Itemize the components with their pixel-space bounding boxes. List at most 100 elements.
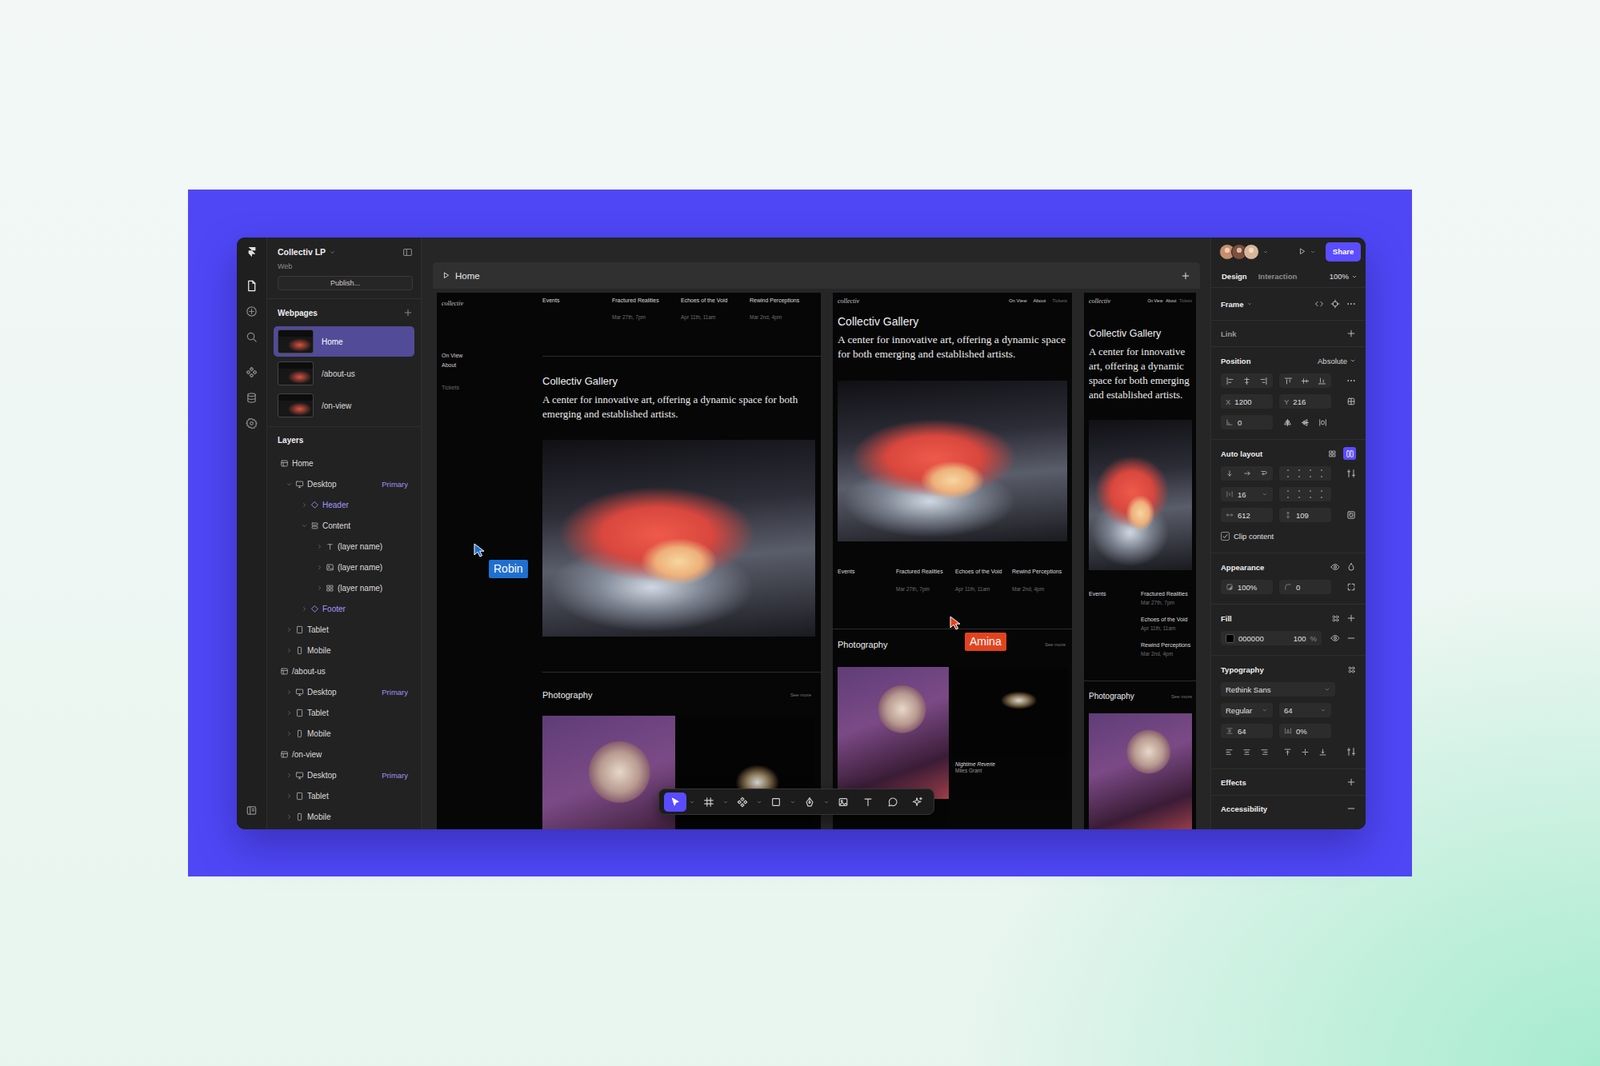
frame-type-dropdown[interactable]: Frame [1220, 300, 1244, 309]
site-nav-link[interactable]: Tickets [1179, 298, 1192, 304]
wrap-icon[interactable] [1260, 469, 1268, 478]
eye-icon[interactable] [1330, 562, 1340, 572]
height-input[interactable]: 109 [1279, 508, 1332, 523]
fill-input[interactable]: 000000100% [1220, 631, 1322, 646]
layer-row[interactable]: Mobile [267, 723, 421, 744]
webpage-row[interactable]: /about-us [273, 358, 415, 389]
tool-button[interactable] [731, 792, 754, 812]
horizontal-align-group[interactable] [1220, 373, 1273, 388]
text-center-icon[interactable] [1242, 748, 1252, 757]
rail-button[interactable] [240, 272, 264, 299]
event-item[interactable]: Fractured RealitiesMar 27th, 7pm [896, 568, 956, 592]
inspector-tab[interactable]: Design [1221, 272, 1248, 281]
layer-row[interactable]: Mobile [267, 806, 421, 828]
layer-row[interactable]: Header [267, 494, 421, 516]
valign-bottom-icon[interactable] [1318, 748, 1328, 757]
canvas[interactable]: HomecollectivOn ViewAboutTicketsEventsFr… [421, 237, 1211, 830]
layer-row[interactable]: DesktopPrimary [267, 473, 421, 495]
rail-button[interactable] [240, 797, 264, 824]
plus-icon[interactable] [1346, 328, 1356, 339]
layer-row[interactable]: DesktopPrimary [267, 764, 421, 786]
chevron-right-icon[interactable] [285, 730, 293, 738]
event-item[interactable]: Fractured RealitiesMar 27th, 7pm [612, 297, 681, 320]
flip-v-icon[interactable] [1300, 418, 1310, 428]
chevron-down-icon[interactable] [300, 522, 308, 530]
layer-row[interactable]: Tablet [267, 702, 421, 724]
position-mode-dropdown[interactable]: Absolute [1317, 356, 1356, 366]
event-item[interactable]: Rewind PerceptionsMar 2nd, 4pm [1012, 568, 1068, 592]
constraint-icon[interactable] [1346, 396, 1356, 407]
rail-button[interactable] [240, 298, 264, 324]
chevron-down-icon[interactable] [328, 248, 336, 256]
gap-input[interactable]: 16 [1220, 487, 1273, 502]
chevron-right-icon[interactable] [285, 688, 293, 696]
arrow-down-icon[interactable] [1225, 469, 1234, 478]
width-input[interactable]: 612 [1220, 508, 1273, 523]
inspector-tab[interactable]: Interaction [1258, 272, 1298, 281]
chevron-right-icon[interactable] [285, 792, 293, 800]
site-nav-link[interactable]: On View [1008, 298, 1028, 304]
rotation-input[interactable]: 0 [1220, 415, 1273, 430]
minus-icon[interactable] [1346, 804, 1356, 814]
styles-icon[interactable] [1331, 614, 1340, 624]
font-size-dropdown[interactable]: 64 [1279, 703, 1332, 718]
code-icon[interactable] [1314, 299, 1324, 309]
site-nav-link[interactable]: About [1165, 298, 1176, 304]
tool-button[interactable] [664, 792, 687, 812]
chevron-right-icon[interactable] [285, 709, 293, 717]
chevron-down-icon[interactable] [756, 799, 763, 806]
chevron-down-icon[interactable] [789, 799, 796, 806]
chevron-right-icon[interactable] [285, 772, 293, 780]
site-nav-link[interactable]: On View [441, 352, 531, 359]
layer-row[interactable]: Home [267, 452, 421, 474]
webpage-row[interactable]: Home [273, 326, 415, 357]
sliders-icon[interactable] [1346, 747, 1356, 757]
chevron-down-icon[interactable] [1351, 273, 1358, 280]
letter-spacing-input[interactable]: 0% [1279, 724, 1332, 739]
site-nav-link[interactable]: Tickets [441, 384, 531, 391]
direction-group[interactable] [1220, 466, 1273, 481]
plus-icon[interactable] [1346, 613, 1356, 624]
zoom-dropdown[interactable]: 100% [1329, 272, 1358, 281]
layer-row[interactable]: Footer [267, 598, 421, 620]
frame-group-header[interactable]: Home [432, 262, 1200, 289]
align-vcenter-icon[interactable] [1300, 376, 1310, 386]
rail-button[interactable] [240, 324, 264, 350]
plus-icon[interactable] [1346, 777, 1356, 788]
chevron-down-icon[interactable] [285, 480, 293, 488]
auto-layout-toggle[interactable] [1343, 447, 1356, 460]
play-icon[interactable] [1297, 247, 1307, 256]
rail-button[interactable] [240, 384, 264, 411]
align-hcenter-icon[interactable] [1242, 376, 1252, 386]
font-weight-dropdown[interactable]: Regular [1220, 703, 1273, 718]
plus-icon[interactable] [1180, 271, 1191, 281]
opacity-input[interactable]: 100% [1220, 580, 1273, 595]
radius-input[interactable]: 0 [1279, 580, 1332, 595]
see-more-link[interactable]: See more [1044, 642, 1066, 648]
layer-row[interactable]: Mobile [267, 640, 421, 661]
more-icon[interactable] [1346, 376, 1356, 386]
font-family-dropdown[interactable]: Rethink Sans [1220, 682, 1336, 697]
mobile-frame[interactable]: collectivOn ViewAboutTicketsCollectiv Ga… [1084, 292, 1196, 830]
chevron-down-icon[interactable] [1246, 300, 1253, 308]
chevron-right-icon[interactable] [285, 647, 293, 655]
drop-icon[interactable] [1346, 562, 1356, 572]
framer-logo-icon[interactable] [246, 246, 258, 258]
minus-icon[interactable] [1346, 633, 1356, 644]
event-item[interactable]: Rewind PerceptionsMar 2nd, 4pm [749, 297, 821, 320]
chevron-down-icon[interactable] [823, 799, 830, 806]
chevron-right-icon[interactable] [316, 584, 324, 592]
color-swatch[interactable] [1225, 634, 1235, 644]
publish-button[interactable]: Publish... [277, 276, 413, 291]
chevron-right-icon[interactable] [316, 564, 324, 572]
app-logo[interactable] [246, 237, 258, 267]
layer-row[interactable]: /about-us [267, 660, 421, 682]
align-top-icon[interactable] [1284, 376, 1293, 386]
site-nav-link[interactable]: About [441, 362, 531, 368]
valign-middle-icon[interactable] [1300, 748, 1310, 757]
tool-button[interactable] [906, 792, 929, 812]
valign-top-icon[interactable] [1283, 748, 1292, 757]
alignment-grid[interactable] [1279, 487, 1332, 502]
clip-checkbox[interactable] [1220, 532, 1230, 541]
layer-row[interactable]: Tablet [267, 619, 421, 640]
